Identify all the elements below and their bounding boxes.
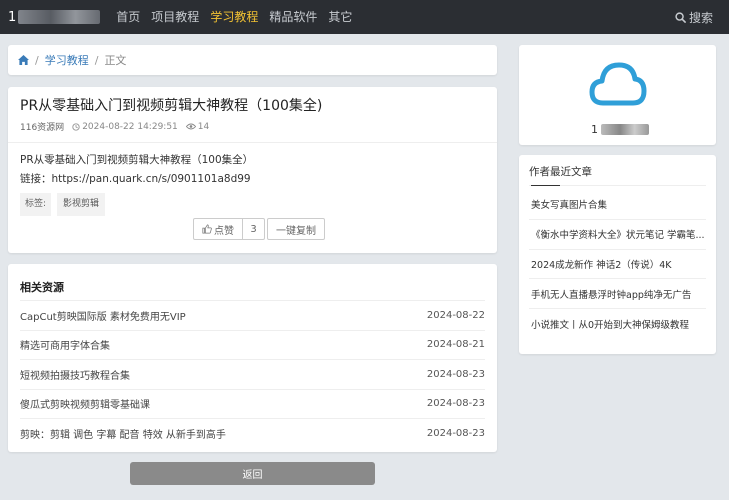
related-item-date: 2024-08-23: [426, 427, 485, 439]
related-item-title[interactable]: 剪映：剪辑 调色 字幕 配音 特效 从新手到高手: [20, 426, 226, 441]
related-item-date: 2024-08-21: [426, 339, 485, 351]
breadcrumb-sep: /: [94, 53, 99, 67]
list-item[interactable]: 《衡水中学资料大全》状元笔记 学霸笔...: [529, 220, 706, 250]
back-button[interactable]: 返回: [130, 462, 375, 485]
author-name-prefix: 1: [591, 123, 598, 136]
list-item[interactable]: 短视频拍摄技巧教程合集 2024-08-23: [20, 359, 485, 389]
article-line-link[interactable]: 链接：https://pan.quark.cn/s/0901101a8d99: [20, 170, 485, 189]
recent-list: 美女写真图片合集 《衡水中学资料大全》状元笔记 学霸笔... 2024成龙新作 …: [529, 186, 706, 339]
copy-button[interactable]: 一键复制: [267, 218, 325, 240]
article-title: PR从零基础入门到视频剪辑大神教程（100集全): [20, 98, 323, 114]
like-label: 点赞: [214, 225, 234, 237]
article-view-count: 14: [197, 121, 210, 132]
author-name-blurred: [601, 124, 649, 135]
tags-label: 标签:: [20, 193, 52, 216]
related-item-title[interactable]: 精选可商用字体合集: [20, 337, 110, 352]
article-views: 14: [185, 121, 210, 132]
home-icon[interactable]: [18, 55, 29, 65]
breadcrumb-sep: /: [35, 53, 39, 67]
like-button[interactable]: 点赞: [193, 218, 243, 240]
site-logo-text: 1: [8, 9, 17, 25]
nav-learning[interactable]: 学习教程: [210, 0, 258, 34]
related-item-title[interactable]: 短视频拍摄技巧教程合集: [20, 367, 130, 382]
article-time: 2024-08-22 14:29:51: [72, 122, 178, 132]
nav-home[interactable]: 首页: [116, 0, 140, 34]
related-item-date: 2024-08-23: [426, 368, 485, 380]
clock-icon: [72, 122, 80, 131]
list-item[interactable]: CapCut剪映国际版 素材免费用无VIP 2024-08-22: [20, 300, 485, 330]
related-list: CapCut剪映国际版 素材免费用无VIP 2024-08-22 精选可商用字体…: [8, 300, 497, 448]
related-item-date: 2024-08-22: [426, 309, 485, 321]
thumbs-up-icon: [202, 224, 212, 234]
list-item[interactable]: 手机无人直播悬浮时钟app纯净无广告: [529, 279, 706, 310]
list-item[interactable]: 小说推文丨从0开始到大神保姆级教程: [529, 309, 706, 339]
related-item-date: 2024-08-23: [426, 398, 485, 410]
article-line-title: PR从零基础入门到视频剪辑大神教程（100集全）: [20, 154, 254, 166]
breadcrumb-category[interactable]: 学习教程: [45, 52, 89, 68]
site-logo[interactable]: 1: [8, 0, 101, 34]
tag-item[interactable]: 影视剪辑: [57, 193, 106, 216]
search-label: 搜索: [688, 10, 713, 25]
nav-projects[interactable]: 项目教程: [151, 0, 199, 34]
eye-icon: [185, 123, 196, 130]
related-item-title[interactable]: 傻瓜式剪映视频剪辑零基础课: [20, 396, 150, 411]
breadcrumb-current: 正文: [104, 54, 127, 67]
list-item[interactable]: 精选可商用字体合集 2024-08-21: [20, 329, 485, 360]
nav-software[interactable]: 精品软件: [269, 0, 317, 34]
article-author[interactable]: 116资源网: [20, 120, 64, 133]
search-button[interactable]: 搜索: [675, 0, 713, 34]
recent-title: 作者最近文章: [529, 155, 706, 186]
main-nav: 首页 项目教程 学习教程 精品软件 其它: [116, 0, 363, 34]
article-header: PR从零基础入门到视频剪辑大神教程（100集全) 116资源网 2024-08-…: [8, 87, 497, 143]
cloud-icon: [589, 62, 647, 106]
site-logo-blurred: [18, 10, 101, 24]
related-item-title[interactable]: CapCut剪映国际版 素材免费用无VIP: [20, 308, 186, 323]
list-item[interactable]: 美女写真图片合集: [529, 190, 706, 220]
related-resources-card: 相关资源 CapCut剪映国际版 素材免费用无VIP 2024-08-22 精选…: [8, 264, 497, 452]
list-item[interactable]: 傻瓜式剪映视频剪辑零基础课 2024-08-23: [20, 388, 485, 419]
article-card: PR从零基础入门到视频剪辑大神教程（100集全) 116资源网 2024-08-…: [8, 87, 497, 253]
article-actions: 点赞 3 一键复制: [193, 218, 325, 240]
related-title: 相关资源: [20, 281, 64, 294]
author-name[interactable]: 1: [591, 123, 649, 136]
search-icon: [675, 11, 686, 23]
list-item[interactable]: 2024成龙新作 神话2（传说）4K: [529, 250, 706, 280]
like-count: 3: [243, 218, 265, 240]
breadcrumb: / 学习教程 / 正文: [8, 45, 497, 75]
top-nav-bar: 1 首页 项目教程 学习教程 精品软件 其它 搜索: [0, 0, 729, 34]
author-profile-card: 1: [519, 45, 716, 145]
nav-other[interactable]: 其它: [328, 0, 352, 34]
article-datetime: 2024-08-22 14:29:51: [82, 121, 178, 132]
article-body: PR从零基础入门到视频剪辑大神教程（100集全） 链接：https://pan.…: [8, 143, 497, 216]
article-meta: 116资源网 2024-08-22 14:29:51 14: [20, 120, 485, 134]
list-item[interactable]: 剪映：剪辑 调色 字幕 配音 特效 从新手到高手 2024-08-23: [20, 418, 485, 448]
article-tags: 标签: 影视剪辑: [20, 193, 485, 216]
recent-articles-card: 作者最近文章 美女写真图片合集 《衡水中学资料大全》状元笔记 学霸笔... 20…: [519, 155, 716, 354]
